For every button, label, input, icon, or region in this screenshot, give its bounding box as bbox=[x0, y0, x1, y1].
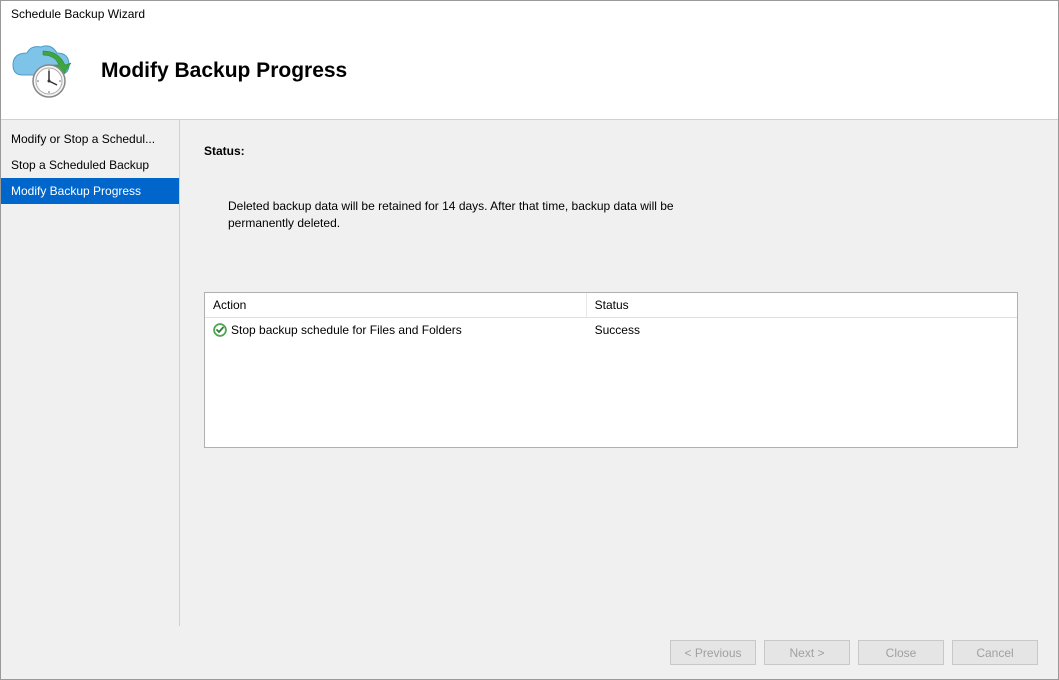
wizard-header: Modify Backup Progress bbox=[1, 27, 1058, 119]
cancel-button[interactable]: Cancel bbox=[952, 640, 1038, 665]
sidebar-item-modify-progress[interactable]: Modify Backup Progress bbox=[1, 178, 179, 204]
table-header-status[interactable]: Status bbox=[587, 293, 1017, 317]
backup-clock-icon bbox=[9, 43, 73, 99]
table-header-action[interactable]: Action bbox=[205, 293, 587, 317]
table-cell-status: Success bbox=[587, 318, 1017, 342]
previous-button[interactable]: < Previous bbox=[670, 640, 756, 665]
next-button[interactable]: Next > bbox=[764, 640, 850, 665]
sidebar-item-modify-or-stop[interactable]: Modify or Stop a Schedul... bbox=[1, 126, 179, 152]
main-area: Modify or Stop a Schedul... Stop a Sched… bbox=[1, 119, 1058, 626]
table-cell-action: Stop backup schedule for Files and Folde… bbox=[205, 318, 587, 342]
wizard-steps-sidebar: Modify or Stop a Schedul... Stop a Sched… bbox=[1, 120, 180, 626]
wizard-footer: < Previous Next > Close Cancel bbox=[1, 626, 1058, 679]
content-panel: Status: Deleted backup data will be reta… bbox=[180, 120, 1058, 626]
sidebar-item-stop-scheduled[interactable]: Stop a Scheduled Backup bbox=[1, 152, 179, 178]
status-message: Deleted backup data will be retained for… bbox=[228, 198, 708, 232]
success-check-icon bbox=[213, 323, 227, 337]
status-label: Status: bbox=[204, 144, 1018, 158]
close-button[interactable]: Close bbox=[858, 640, 944, 665]
page-title: Modify Backup Progress bbox=[101, 59, 347, 83]
table-cell-action-text: Stop backup schedule for Files and Folde… bbox=[231, 323, 462, 337]
progress-table: Action Status Stop backup schedule for F… bbox=[204, 292, 1018, 448]
window-title: Schedule Backup Wizard bbox=[11, 7, 145, 21]
window-title-bar: Schedule Backup Wizard bbox=[1, 1, 1058, 27]
table-header: Action Status bbox=[205, 293, 1017, 318]
table-row: Stop backup schedule for Files and Folde… bbox=[205, 318, 1017, 342]
